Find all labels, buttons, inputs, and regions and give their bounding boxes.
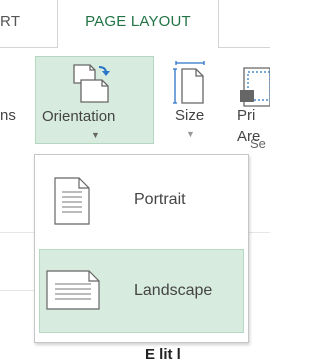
size-label: Size	[175, 107, 205, 124]
tab-page-layout-label: PAGE LAYOUT	[85, 13, 191, 30]
portrait-page-icon	[54, 177, 90, 225]
background-line	[249, 232, 270, 233]
tab-page-layout[interactable]: PAGE LAYOUT	[57, 0, 219, 48]
menu-item-portrait[interactable]: Portrait	[39, 159, 244, 243]
background-line	[0, 290, 34, 291]
print-area-icon	[240, 67, 270, 107]
print-area-button[interactable]: Pri Are	[232, 56, 270, 145]
chevron-down-icon: ▼	[91, 130, 100, 140]
portrait-label: Portrait	[134, 191, 186, 208]
orientation-dropdown: Portrait Landscape	[34, 154, 249, 343]
print-area-label-line1: Pri	[237, 107, 256, 124]
landscape-page-icon	[46, 270, 100, 310]
menu-item-landscape[interactable]: Landscape	[39, 249, 244, 333]
orientation-icon	[73, 64, 110, 103]
size-button[interactable]: Size ▼	[160, 56, 218, 144]
tab-insert-partial[interactable]: RT	[0, 13, 50, 35]
background-line	[0, 232, 34, 233]
landscape-label: Landscape	[134, 282, 213, 299]
chevron-down-icon: ▼	[186, 129, 195, 139]
ribbon-partial-label[interactable]: ns	[0, 107, 16, 124]
orientation-button[interactable]: Orientation ▼	[35, 56, 154, 144]
orientation-label: Orientation	[42, 108, 116, 125]
document-partial-text: E lit l	[145, 346, 181, 363]
size-icon	[173, 61, 205, 104]
group-label-partial: Se	[250, 136, 266, 151]
